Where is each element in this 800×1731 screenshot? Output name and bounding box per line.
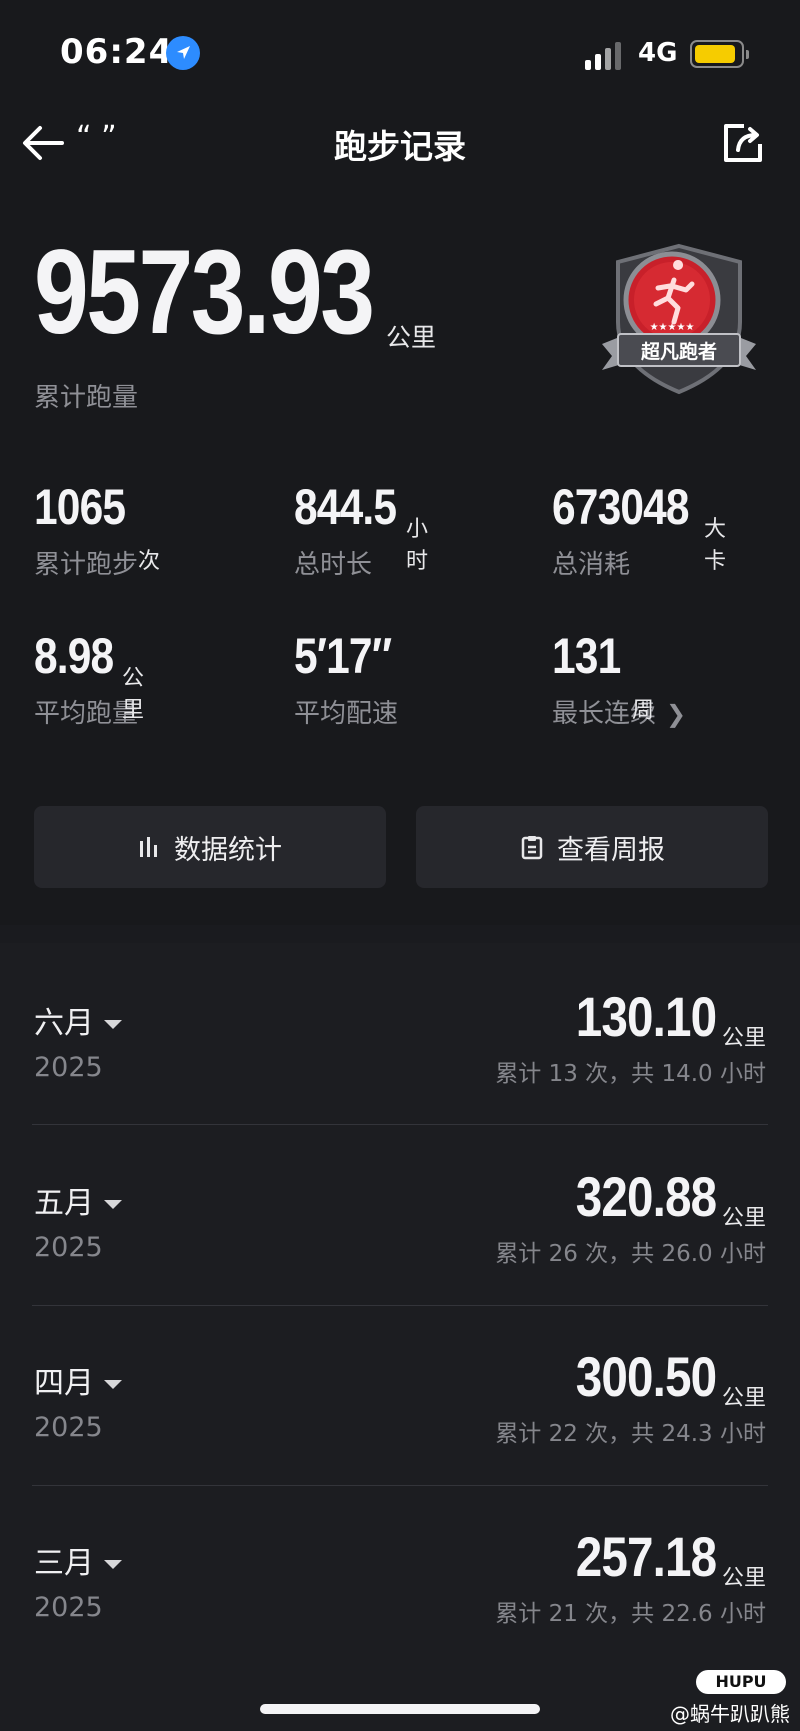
month-distance-unit: 公里 — [721, 1206, 766, 1231]
stat-label: 累计跑步 — [34, 550, 139, 580]
stat-average-distance: 8.98 公里 平均跑量 — [34, 628, 144, 730]
stat-total-duration: 844.5 小时 总时长 — [294, 479, 428, 581]
month-year: 2025 — [34, 1412, 103, 1443]
month-summary: 累计 21 次，共 22.6 小时 — [495, 1601, 766, 1627]
stat-value: 5′17″ — [294, 628, 392, 684]
dropdown-triangle-icon[interactable] — [104, 1020, 122, 1029]
cellular-signal-icon — [585, 40, 625, 70]
stat-value: 8.98 — [34, 628, 114, 684]
month-name-wrap: 三月 — [34, 1538, 122, 1582]
month-name: 五月 — [34, 1186, 94, 1221]
battery-icon — [690, 40, 749, 68]
month-name-wrap: 四月 — [34, 1358, 122, 1402]
month-distance-unit: 公里 — [721, 1386, 766, 1411]
divider — [32, 1305, 768, 1306]
bar-chart-icon — [140, 837, 157, 857]
runner-badge[interactable]: ★★★★★ 超凡跑者 — [598, 240, 760, 400]
stat-value: 1065 — [34, 479, 126, 535]
stat-value: 673048 — [552, 479, 690, 535]
month-name: 六月 — [34, 1006, 94, 1041]
month-distance: 320.88 — [575, 1165, 717, 1228]
month-row-june[interactable]: 六月 2025 130.10 公里 累计 13 次，共 14.0 小时 — [32, 985, 766, 1142]
divider — [32, 1485, 768, 1486]
month-year: 2025 — [34, 1232, 103, 1263]
stat-total-runs: 1065 次 累计跑步 — [34, 479, 160, 581]
chevron-right-icon: ❯ — [666, 700, 687, 728]
month-year: 2025 — [34, 1592, 103, 1623]
divider — [32, 1124, 768, 1125]
month-summary: 累计 26 次，共 26.0 小时 — [495, 1241, 766, 1267]
total-distance-unit: 公里 — [386, 323, 437, 352]
dropdown-triangle-icon[interactable] — [104, 1560, 122, 1569]
runner-badge-label: 超凡跑者 — [640, 341, 717, 363]
svg-text:★★★★★: ★★★★★ — [650, 322, 695, 333]
month-name: 三月 — [34, 1546, 94, 1581]
month-row-may[interactable]: 五月 2025 320.88 公里 累计 26 次，共 26.0 小时 — [32, 1165, 766, 1322]
month-name-wrap: 六月 — [34, 998, 122, 1042]
runner-badge-icon: ★★★★★ — [602, 243, 756, 395]
month-row-april[interactable]: 四月 2025 300.50 公里 累计 22 次，共 24.3 小时 — [32, 1345, 766, 1502]
month-summary: 累计 22 次，共 24.3 小时 — [495, 1421, 766, 1447]
location-arrow-icon — [166, 36, 200, 70]
month-distance-unit: 公里 — [721, 1026, 766, 1051]
total-distance-label: 累计跑量 — [34, 383, 139, 413]
month-row-march[interactable]: 三月 2025 257.18 公里 累计 21 次，共 22.6 小时 — [32, 1525, 766, 1682]
page-title: 跑步记录 — [334, 127, 466, 166]
total-distance: 9573.93 — [34, 225, 375, 359]
hupu-logo: HUPU — [696, 1670, 786, 1694]
weekly-report-label: 查看周报 — [557, 834, 665, 866]
stat-value: 844.5 — [294, 479, 397, 535]
weekly-report-button[interactable]: 查看周报 — [416, 806, 768, 888]
month-distance: 130.10 — [575, 985, 717, 1048]
month-distance: 257.18 — [575, 1525, 717, 1588]
stat-unit: 小时 — [406, 517, 429, 574]
home-indicator[interactable] — [260, 1704, 540, 1714]
stat-unit: 公里 — [122, 666, 145, 723]
share-icon[interactable] — [718, 118, 768, 168]
stat-average-pace: 5′17″ 平均配速 — [294, 631, 408, 730]
stat-total-calories: 673048 大卡 总消耗 — [552, 479, 726, 581]
month-distance-unit: 公里 — [721, 1566, 766, 1591]
stat-value: 131 — [552, 628, 621, 684]
stat-unit: 次 — [138, 549, 161, 574]
data-statistics-label: 数据统计 — [174, 834, 282, 866]
network-type: 4G — [638, 38, 678, 68]
month-name: 四月 — [34, 1366, 94, 1401]
status-bar: 06:24 4G — [0, 0, 800, 100]
data-statistics-button[interactable]: 数据统计 — [34, 806, 386, 888]
clipboard-icon — [521, 836, 543, 860]
watermark-handle: @蜗牛趴趴熊 — [670, 1702, 790, 1726]
month-distance: 300.50 — [575, 1345, 717, 1408]
month-name-wrap: 五月 — [34, 1178, 122, 1222]
status-time: 06:24 — [60, 32, 174, 72]
stat-unit: 大卡 — [704, 517, 727, 574]
stat-label: 总时长 — [294, 550, 373, 580]
stat-longest-streak[interactable]: 131 周 最长连续 ❯ — [552, 631, 686, 730]
month-summary: 累计 13 次，共 14.0 小时 — [495, 1061, 766, 1087]
stat-label: 总消耗 — [552, 550, 631, 580]
navigation-bar: “ ” 跑步记录 — [0, 110, 800, 180]
stat-unit: 周 — [632, 698, 655, 723]
month-year: 2025 — [34, 1052, 103, 1083]
dropdown-triangle-icon[interactable] — [104, 1380, 122, 1389]
dropdown-triangle-icon[interactable] — [104, 1200, 122, 1209]
stat-label: 平均配速 — [294, 699, 399, 729]
